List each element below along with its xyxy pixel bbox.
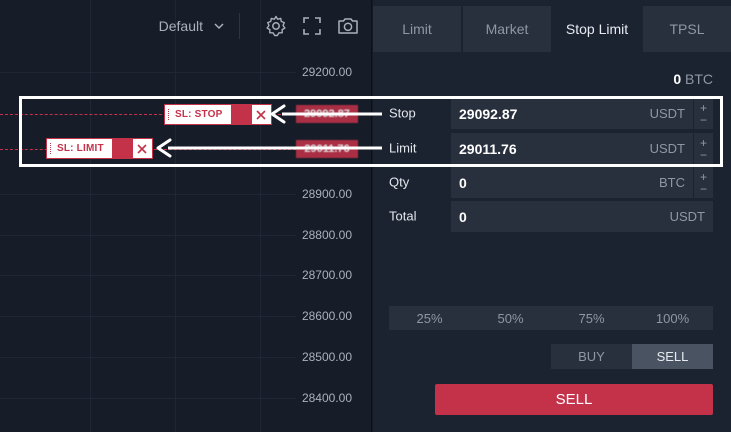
grid-line	[90, 0, 91, 432]
buy-toggle-button[interactable]: BUY	[551, 344, 632, 369]
percent-selector: 25% 50% 75% 100%	[389, 306, 713, 330]
price-tick: 28400.00	[301, 391, 352, 405]
limit-label: Limit	[389, 140, 417, 156]
total-label: Total	[389, 208, 417, 224]
price-tick: 28500.00	[301, 350, 352, 364]
grid-line	[260, 0, 261, 432]
price-tick: 28700.00	[301, 268, 352, 282]
order-type-tabs: Limit Market Stop Limit TPSL	[373, 6, 731, 52]
stop-price-tag: 29092.87	[296, 105, 358, 123]
stop-price-field[interactable]: 29092.87 USDT + −	[451, 98, 713, 129]
grid-line	[0, 194, 296, 195]
price-tick: 28800.00	[301, 228, 352, 242]
chevron-down-icon	[214, 23, 224, 30]
decrement-icon[interactable]: −	[700, 114, 707, 126]
stop-order-label: SL: STOP	[175, 109, 223, 120]
grid-line	[0, 316, 296, 317]
increment-icon[interactable]: +	[700, 171, 707, 183]
balance-unit: BTC	[685, 71, 713, 87]
tab-stop-limit[interactable]: Stop Limit	[553, 6, 641, 52]
price-tick: 29200.00	[301, 65, 352, 79]
percent-50-button[interactable]: 50%	[470, 306, 551, 330]
stop-order-badge[interactable]: SL: STOP	[164, 104, 272, 125]
gear-icon[interactable]	[264, 14, 288, 38]
tab-tpsl[interactable]: TPSL	[643, 6, 731, 52]
decrement-icon[interactable]: −	[700, 183, 707, 195]
qty-field[interactable]: 0 BTC + −	[451, 167, 713, 198]
total-input[interactable]: 0	[451, 209, 670, 225]
limit-price-tag: 29011.76	[296, 140, 358, 158]
close-icon[interactable]	[250, 105, 271, 124]
sell-toggle-button[interactable]: SELL	[632, 344, 713, 369]
timeframe-select[interactable]: Default	[159, 18, 225, 34]
limit-order-badge[interactable]: SL: LIMIT	[46, 138, 153, 159]
balance-amount: 0	[673, 71, 682, 87]
qty-label: Qty	[389, 174, 410, 190]
close-icon[interactable]	[131, 139, 152, 158]
increment-icon[interactable]: +	[700, 102, 707, 114]
percent-25-button[interactable]: 25%	[389, 306, 470, 330]
grid-line	[175, 0, 176, 432]
available-balance: 0 BTC	[673, 71, 713, 87]
timeframe-value: Default	[158, 18, 203, 34]
grid-line	[0, 72, 296, 73]
price-chart[interactable]: Default 29200.00 29092.87 29011.76 28900…	[0, 0, 372, 432]
price-tick: 28900.00	[301, 187, 352, 201]
tab-limit[interactable]: Limit	[373, 6, 461, 52]
grid-line	[0, 398, 296, 399]
percent-75-button[interactable]: 75%	[551, 306, 632, 330]
drag-handle[interactable]	[47, 139, 55, 158]
badge-fill	[111, 139, 132, 158]
total-unit: USDT	[669, 209, 705, 224]
side-toggle: BUY SELL	[551, 344, 713, 369]
qty-stepper[interactable]: + −	[693, 167, 713, 198]
price-axis: 29200.00 29092.87 29011.76 28900.00 2880…	[296, 0, 372, 432]
decrement-icon[interactable]: −	[700, 149, 707, 161]
grid-line	[0, 235, 296, 236]
toolbar-divider	[239, 13, 240, 39]
limit-price-unit: USDT	[649, 141, 685, 156]
badge-fill	[230, 105, 251, 124]
stop-price-unit: USDT	[649, 106, 685, 121]
stop-price-stepper[interactable]: + −	[693, 98, 713, 129]
increment-icon[interactable]: +	[700, 137, 707, 149]
limit-price-input[interactable]: 29011.76	[451, 141, 650, 157]
limit-price-field[interactable]: 29011.76 USDT + −	[451, 133, 713, 164]
tab-market[interactable]: Market	[463, 6, 551, 52]
grid-line	[0, 275, 296, 276]
submit-sell-button[interactable]: SELL	[435, 384, 713, 415]
percent-100-button[interactable]: 100%	[632, 306, 713, 330]
stop-price-input[interactable]: 29092.87	[451, 106, 650, 122]
limit-order-label: SL: LIMIT	[57, 143, 104, 154]
price-tick: 28600.00	[301, 309, 352, 323]
qty-input[interactable]: 0	[451, 175, 659, 191]
order-panel: Limit Market Stop Limit TPSL 0 BTC Stop …	[373, 0, 731, 432]
limit-price-stepper[interactable]: + −	[693, 133, 713, 164]
drag-handle[interactable]	[165, 105, 173, 124]
grid-line	[0, 357, 296, 358]
total-field[interactable]: 0 USDT	[451, 201, 713, 232]
stop-label: Stop	[389, 105, 416, 121]
qty-unit: BTC	[659, 175, 685, 190]
